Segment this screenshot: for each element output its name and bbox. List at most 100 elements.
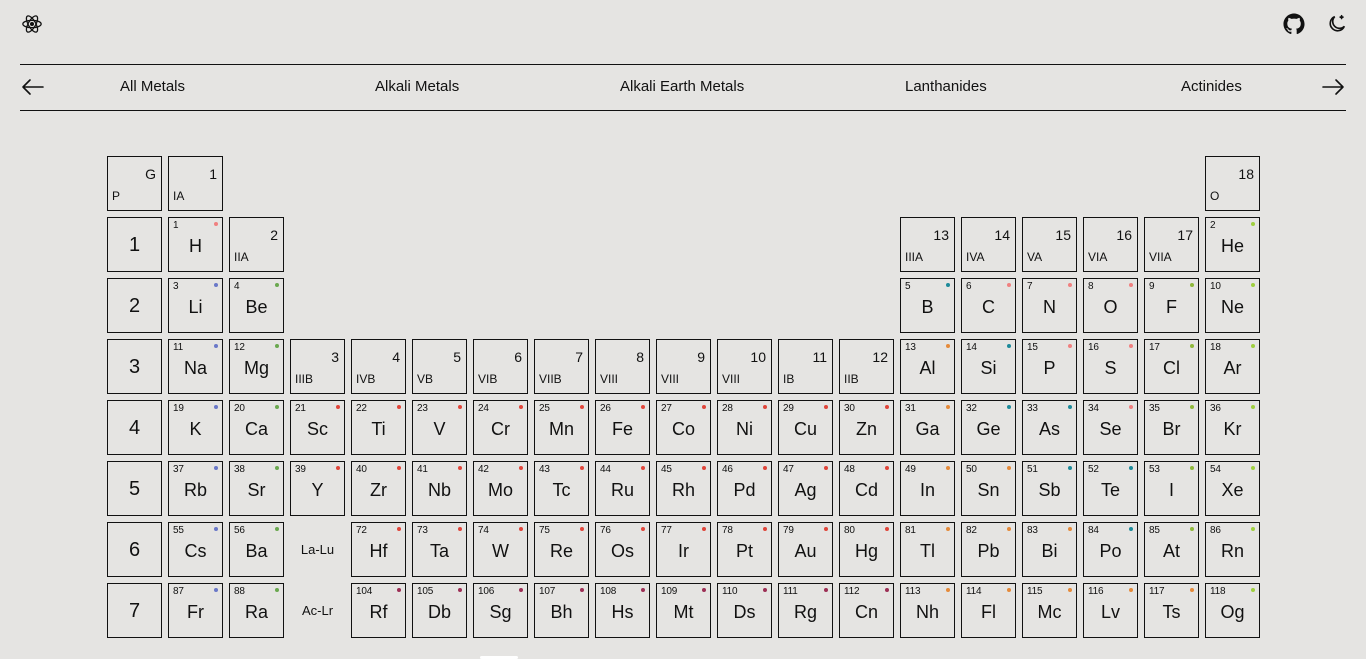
element-db[interactable]: 105 Db — [412, 583, 467, 638]
element-v[interactable]: 23 V — [412, 400, 467, 455]
element-rb[interactable]: 37 Rb — [168, 461, 223, 516]
element-tl[interactable]: 81 Tl — [900, 522, 955, 577]
element-f[interactable]: 9F — [1144, 278, 1199, 333]
element-nb[interactable]: 41 Nb — [412, 461, 467, 516]
element-zr[interactable]: 40 Zr — [351, 461, 406, 516]
element-ta[interactable]: 73 Ta — [412, 522, 467, 577]
element-as[interactable]: 33 As — [1022, 400, 1077, 455]
element-h[interactable]: 1H — [168, 217, 223, 272]
element-ru[interactable]: 44 Ru — [595, 461, 650, 516]
element-n[interactable]: 7N — [1022, 278, 1077, 333]
element-s[interactable]: 16 S — [1083, 339, 1138, 394]
element-tc[interactable]: 43 Tc — [534, 461, 589, 516]
element-fe[interactable]: 26 Fe — [595, 400, 650, 455]
element-br[interactable]: 35 Br — [1144, 400, 1199, 455]
element-fl[interactable]: 114 Fl — [961, 583, 1016, 638]
element-hs[interactable]: 108 Hs — [595, 583, 650, 638]
element-k[interactable]: 19 K — [168, 400, 223, 455]
element-cd[interactable]: 48 Cd — [839, 461, 894, 516]
element-li[interactable]: 3 Li — [168, 278, 223, 333]
element-os[interactable]: 76 Os — [595, 522, 650, 577]
element-pt[interactable]: 78 Pt — [717, 522, 772, 577]
element-o[interactable]: 8O — [1083, 278, 1138, 333]
category-alkali-earth-metals[interactable]: Alkali Earth Metals — [620, 65, 744, 109]
element-te[interactable]: 52 Te — [1083, 461, 1138, 516]
category-alkali-metals[interactable]: Alkali Metals — [375, 65, 459, 109]
element-cl[interactable]: 17 Cl — [1144, 339, 1199, 394]
element-cr[interactable]: 24 Cr — [473, 400, 528, 455]
element-cs[interactable]: 55 Cs — [168, 522, 223, 577]
element-sn[interactable]: 50 Sn — [961, 461, 1016, 516]
range-label-ac-lr[interactable]: Ac-Lr — [290, 583, 345, 638]
element-po[interactable]: 84 Po — [1083, 522, 1138, 577]
element-lv[interactable]: 116 Lv — [1083, 583, 1138, 638]
element-rh[interactable]: 45 Rh — [656, 461, 711, 516]
element-se[interactable]: 34 Se — [1083, 400, 1138, 455]
element-rg[interactable]: 111 Rg — [778, 583, 833, 638]
element-ir[interactable]: 77 Ir — [656, 522, 711, 577]
element-w[interactable]: 74 W — [473, 522, 528, 577]
element-ne[interactable]: 10 Ne — [1205, 278, 1260, 333]
element-mt[interactable]: 109 Mt — [656, 583, 711, 638]
element-ra[interactable]: 88 Ra — [229, 583, 284, 638]
element-kr[interactable]: 36 Kr — [1205, 400, 1260, 455]
element-al[interactable]: 13 Al — [900, 339, 955, 394]
element-ca[interactable]: 20 Ca — [229, 400, 284, 455]
element-bh[interactable]: 107 Bh — [534, 583, 589, 638]
element-cn[interactable]: 112 Cn — [839, 583, 894, 638]
element-mo[interactable]: 42 Mo — [473, 461, 528, 516]
element-hf[interactable]: 72 Hf — [351, 522, 406, 577]
element-ba[interactable]: 56 Ba — [229, 522, 284, 577]
github-icon[interactable] — [1283, 13, 1305, 35]
element-nh[interactable]: 113 Nh — [900, 583, 955, 638]
element-sr[interactable]: 38 Sr — [229, 461, 284, 516]
element-sc[interactable]: 21 Sc — [290, 400, 345, 455]
element-og[interactable]: 118 Og — [1205, 583, 1260, 638]
element-ni[interactable]: 28 Ni — [717, 400, 772, 455]
element-b[interactable]: 5B — [900, 278, 955, 333]
element-he[interactable]: 2 He — [1205, 217, 1260, 272]
element-i[interactable]: 53 I — [1144, 461, 1199, 516]
category-actinides[interactable]: Actinides — [1181, 65, 1242, 109]
element-na[interactable]: 11 Na — [168, 339, 223, 394]
theme-toggle-icon[interactable] — [1326, 13, 1348, 35]
element-ge[interactable]: 32 Ge — [961, 400, 1016, 455]
element-rf[interactable]: 104 Rf — [351, 583, 406, 638]
element-sg[interactable]: 106 Sg — [473, 583, 528, 638]
element-pd[interactable]: 46 Pd — [717, 461, 772, 516]
range-label-la-lu[interactable]: La-Lu — [290, 522, 345, 577]
element-in[interactable]: 49 In — [900, 461, 955, 516]
element-ag[interactable]: 47 Ag — [778, 461, 833, 516]
element-ds[interactable]: 110 Ds — [717, 583, 772, 638]
logo-icon[interactable] — [21, 13, 43, 35]
element-rn[interactable]: 86 Rn — [1205, 522, 1260, 577]
element-be[interactable]: 4 Be — [229, 278, 284, 333]
element-c[interactable]: 6C — [961, 278, 1016, 333]
element-si[interactable]: 14 Si — [961, 339, 1016, 394]
element-pb[interactable]: 82 Pb — [961, 522, 1016, 577]
arrow-left-icon[interactable] — [20, 74, 46, 100]
element-cu[interactable]: 29 Cu — [778, 400, 833, 455]
element-ga[interactable]: 31 Ga — [900, 400, 955, 455]
element-re[interactable]: 75 Re — [534, 522, 589, 577]
element-ts[interactable]: 117 Ts — [1144, 583, 1199, 638]
category-lanthanides[interactable]: Lanthanides — [905, 65, 987, 109]
category-all-metals[interactable]: All Metals — [120, 65, 185, 109]
element-at[interactable]: 85 At — [1144, 522, 1199, 577]
element-p[interactable]: 15 P — [1022, 339, 1077, 394]
element-mc[interactable]: 115 Mc — [1022, 583, 1077, 638]
arrow-right-icon[interactable] — [1320, 74, 1346, 100]
element-co[interactable]: 27 Co — [656, 400, 711, 455]
element-mg[interactable]: 12 Mg — [229, 339, 284, 394]
element-sb[interactable]: 51 Sb — [1022, 461, 1077, 516]
element-xe[interactable]: 54 Xe — [1205, 461, 1260, 516]
element-hg[interactable]: 80 Hg — [839, 522, 894, 577]
element-zn[interactable]: 30 Zn — [839, 400, 894, 455]
element-ar[interactable]: 18 Ar — [1205, 339, 1260, 394]
element-mn[interactable]: 25 Mn — [534, 400, 589, 455]
element-au[interactable]: 79 Au — [778, 522, 833, 577]
element-bi[interactable]: 83 Bi — [1022, 522, 1077, 577]
element-ti[interactable]: 22 Ti — [351, 400, 406, 455]
element-fr[interactable]: 87 Fr — [168, 583, 223, 638]
element-y[interactable]: 39 Y — [290, 461, 345, 516]
